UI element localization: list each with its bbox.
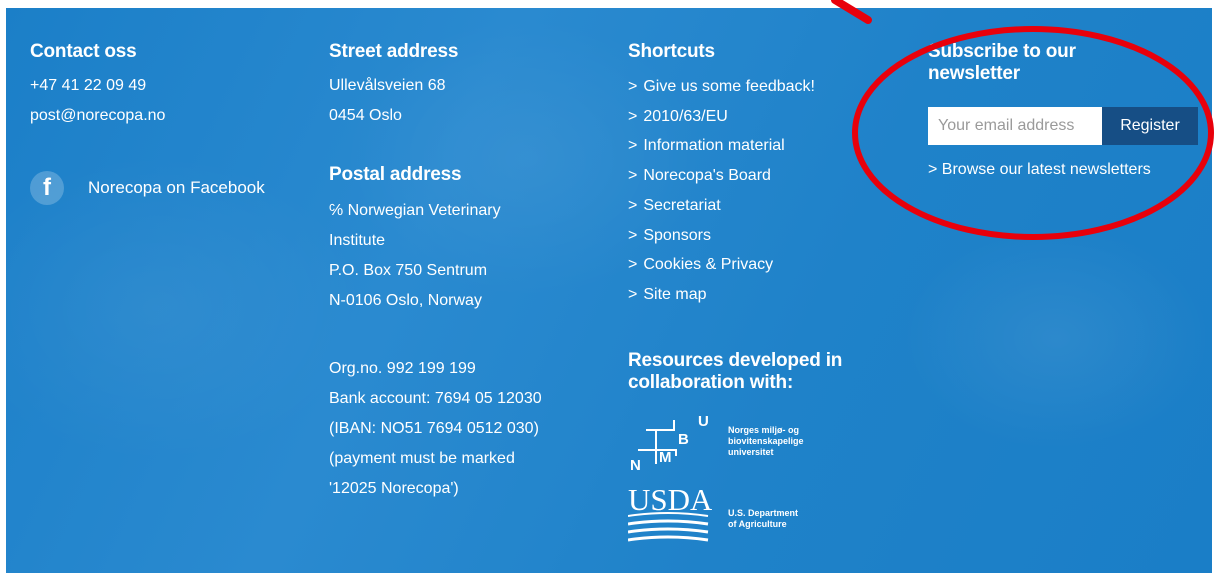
usda-logo-icon[interactable]: USDA	[628, 484, 712, 544]
nmbu-letter: U	[698, 413, 709, 430]
contact-phone[interactable]: +47 41 22 09 49	[30, 71, 265, 101]
chevron-right-icon: >	[628, 285, 638, 303]
postal-heading: Postal address	[329, 164, 462, 185]
chevron-right-icon: >	[628, 107, 638, 125]
nmbu-text-line: biovitenskapelige	[728, 436, 804, 447]
shortcut-link-sponsors[interactable]: > Sponsors	[628, 221, 842, 251]
contact-heading: Contact oss	[30, 41, 137, 62]
nmbu-logo-link[interactable]: U B M N Norges miljø- og biovitenskapeli…	[628, 410, 842, 474]
usda-text: U.S. Department of Agriculture	[728, 508, 798, 530]
newsletter-heading-line: newsletter	[928, 63, 1020, 84]
chevron-right-icon: >	[628, 78, 638, 95]
postal-line: ℅ Norwegian Veterinary	[329, 202, 501, 219]
nmbu-text: Norges miljø- og biovitenskapelige unive…	[728, 425, 804, 458]
nmbu-letter: M	[659, 449, 672, 466]
facebook-icon[interactable]: f	[30, 171, 64, 205]
nmbu-letter: N	[630, 457, 641, 474]
org-line: '12025 Norecopa')	[329, 480, 459, 497]
shortcut-label[interactable]: Norecopa's Board	[643, 167, 771, 184]
shortcut-link-information[interactable]: > Information material	[628, 131, 842, 161]
usda-text-line: U.S. Department	[728, 507, 799, 518]
shortcut-label[interactable]: Give us some feedback!	[643, 78, 815, 95]
chevron-right-icon: >	[628, 137, 638, 155]
facebook-link[interactable]: f Norecopa on Facebook	[30, 171, 265, 205]
shortcut-link-feedback[interactable]: > Give us some feedback!	[628, 72, 842, 102]
org-line: Bank account: 7694 05 12030	[329, 390, 542, 407]
nmbu-text-line: universitet	[728, 447, 774, 458]
nmbu-letter: B	[678, 431, 689, 448]
shortcut-link-secretariat[interactable]: > Secretariat	[628, 191, 842, 221]
facebook-label[interactable]: Norecopa on Facebook	[88, 178, 265, 198]
org-line: (payment must be marked	[329, 450, 515, 467]
shortcut-label[interactable]: Sponsors	[643, 227, 711, 244]
shortcuts-column: Shortcuts > Give us some feedback! >2010/…	[628, 41, 842, 544]
chevron-right-icon: >	[628, 196, 638, 214]
shortcut-link-sitemap[interactable]: > Site map	[628, 280, 842, 310]
email-input[interactable]	[928, 107, 1102, 145]
org-line: (IBAN: NO51 7694 0512 030)	[329, 420, 539, 437]
shortcut-label[interactable]: 2010/63/EU	[643, 108, 728, 125]
shortcut-label[interactable]: Site map	[643, 286, 706, 303]
postal-line: Institute	[329, 232, 386, 249]
nmbu-logo-icon[interactable]: U B M N	[628, 410, 712, 474]
street-line: Ullevålsveien 68	[329, 77, 446, 94]
address-column: Street address Ullevålsveien 68 0454 Osl…	[329, 41, 542, 504]
postal-line: P.O. Box 750 Sentrum	[329, 262, 488, 279]
usda-logo-link[interactable]: USDA U.S. Department of Agriculture	[628, 484, 842, 544]
shortcut-link-board[interactable]: > Norecopa's Board	[628, 161, 842, 191]
chevron-right-icon: >	[628, 226, 638, 244]
shortcut-label[interactable]: Cookies & Privacy	[643, 256, 773, 273]
contact-email[interactable]: post@norecopa.no	[30, 101, 265, 131]
site-footer: Contact oss +47 41 22 09 49 post@norecop…	[6, 8, 1212, 573]
street-heading: Street address	[329, 41, 459, 62]
shortcut-label[interactable]: Secretariat	[643, 197, 720, 214]
newsletter-heading: Subscribe to our newsletter	[928, 41, 1198, 85]
postal-line: N-0106 Oslo, Norway	[329, 292, 482, 309]
chevron-right-icon: >	[628, 167, 638, 185]
contact-column: Contact oss +47 41 22 09 49 post@norecop…	[30, 41, 265, 205]
shortcut-link-cookies[interactable]: > Cookies & Privacy	[628, 250, 842, 280]
browse-newsletters-link[interactable]: > Browse our latest newsletters	[928, 161, 1198, 179]
newsletter-column: Subscribe to our newsletter Register > B…	[928, 41, 1198, 179]
org-line: Org.no. 992 199 199	[329, 360, 476, 377]
shortcuts-heading: Shortcuts	[628, 41, 715, 62]
shortcut-label[interactable]: Information material	[643, 137, 784, 154]
nmbu-text-line: Norges miljø- og	[728, 425, 800, 436]
resources-heading: Resources developed in collaboration wit…	[628, 350, 842, 394]
newsletter-heading-line: Subscribe to our	[928, 41, 1076, 62]
resources-heading-line: Resources developed in	[628, 349, 843, 371]
chevron-right-icon: >	[628, 256, 638, 274]
shortcuts-list: > Give us some feedback! >2010/63/EU > Inf…	[628, 72, 842, 310]
subscribe-form: Register	[928, 107, 1198, 145]
usda-text-line: of Agriculture	[728, 518, 787, 529]
register-button[interactable]: Register	[1102, 107, 1198, 145]
shortcut-link-directive[interactable]: >2010/63/EU	[628, 102, 842, 132]
street-line: 0454 Oslo	[329, 107, 402, 124]
resources-heading-line: collaboration with:	[628, 371, 794, 393]
